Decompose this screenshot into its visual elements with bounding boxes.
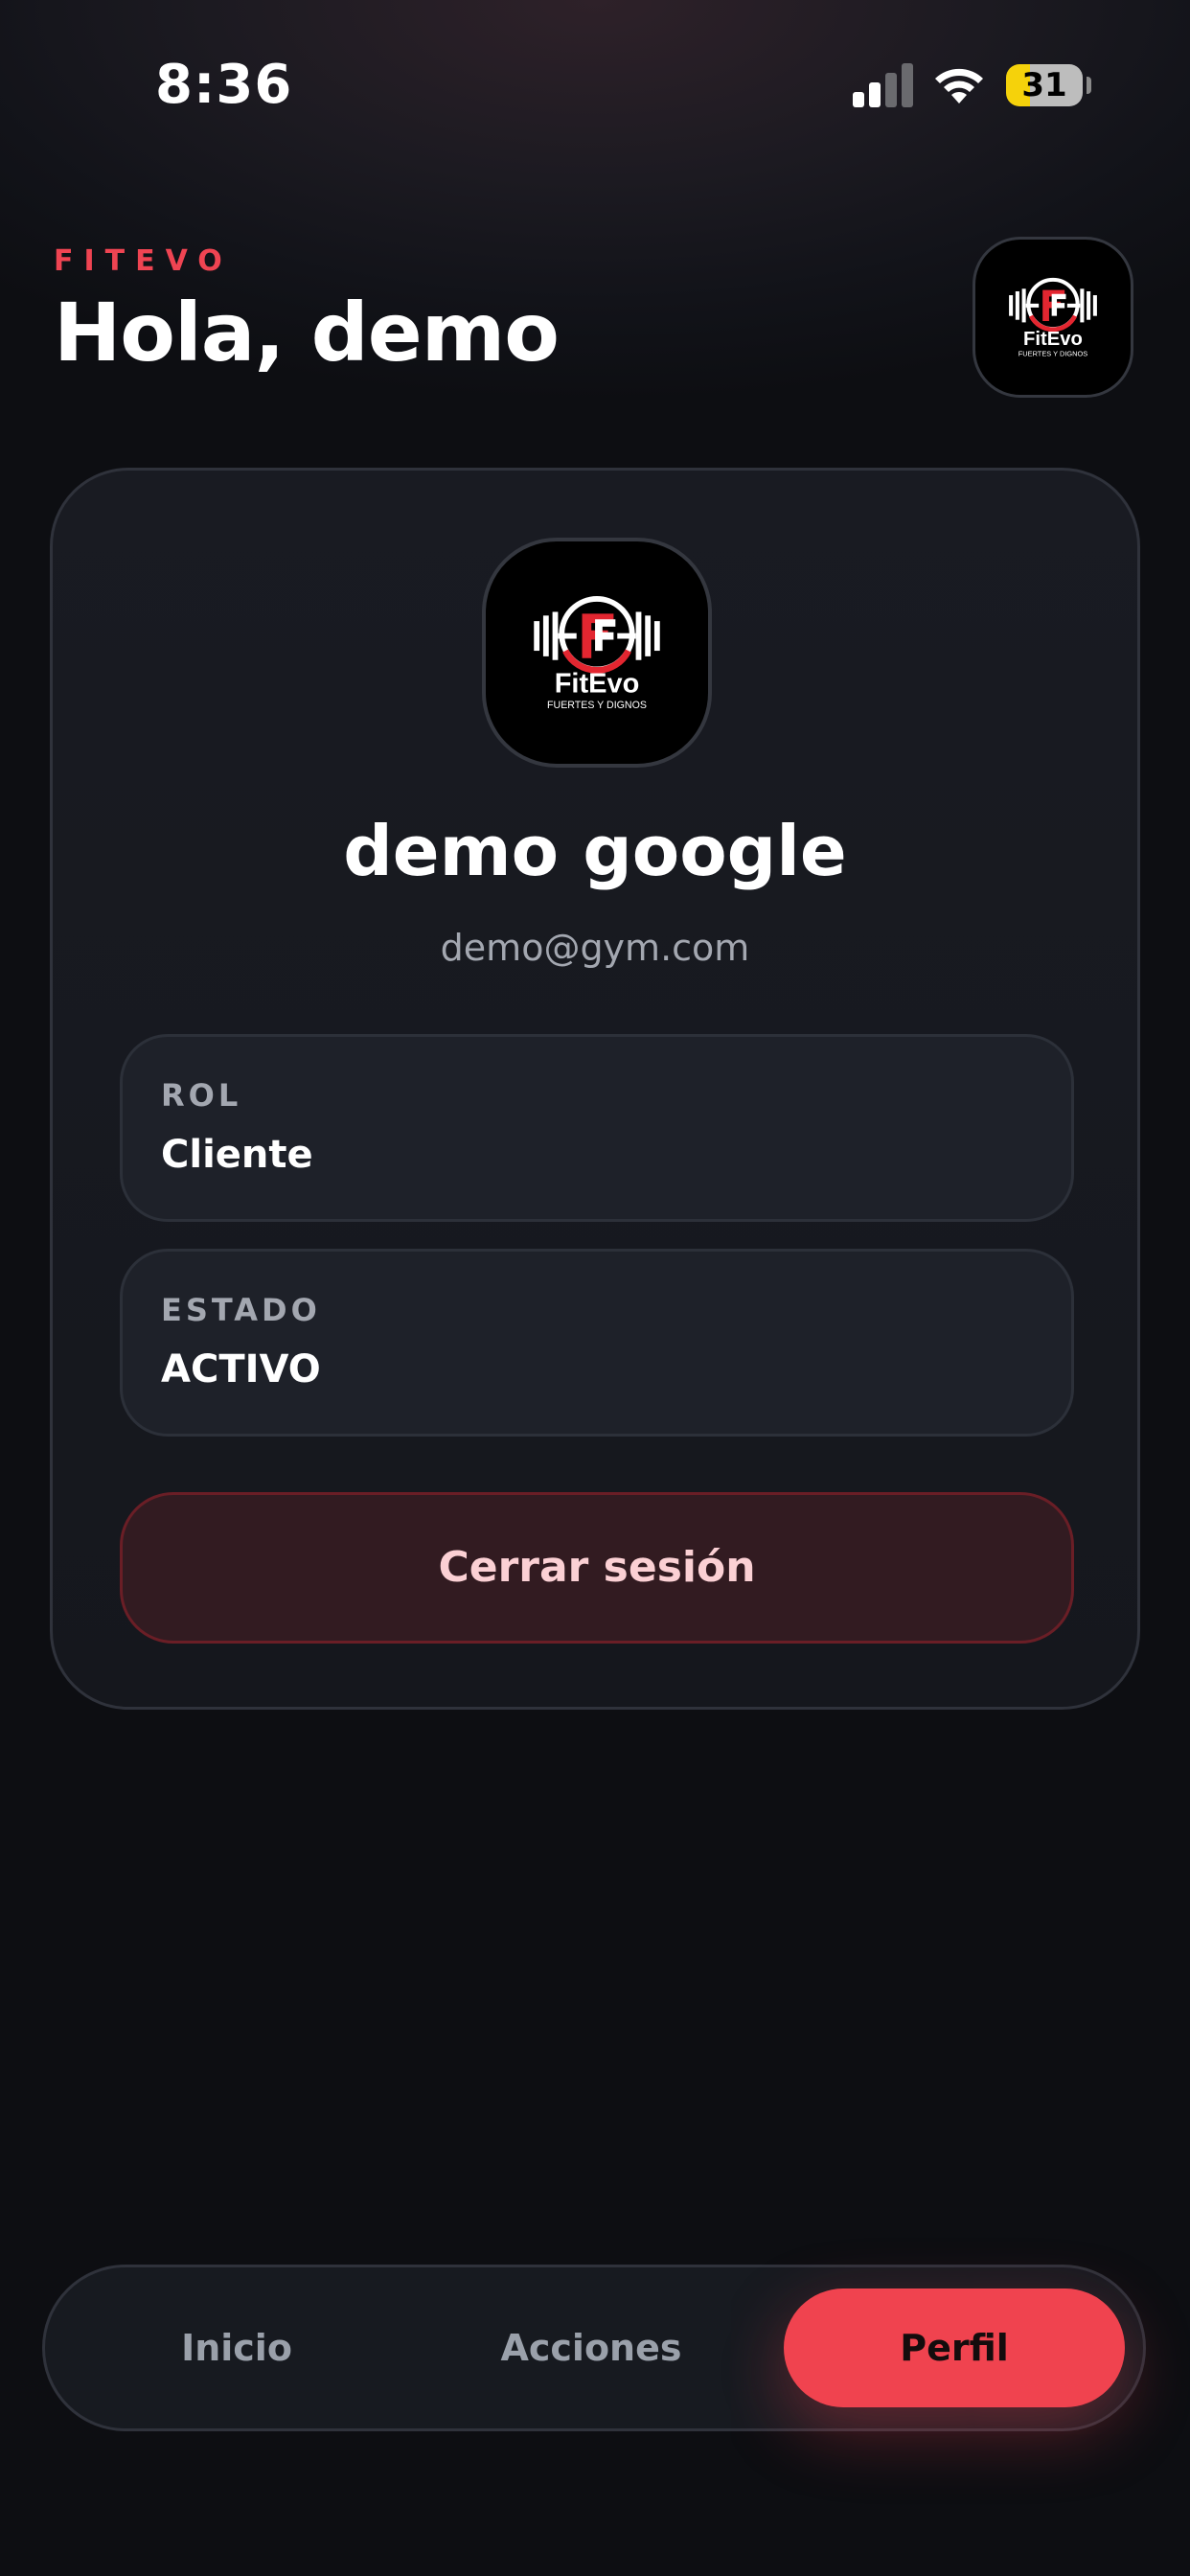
header: FITEVO Hola, demo (54, 244, 916, 380)
fitevo-logo-icon: FitEvo FUERTES Y DIGNOS (1009, 277, 1097, 358)
role-label: ROL (161, 1077, 242, 1114)
battery-icon: 31 (1006, 64, 1083, 106)
status-value: ACTIVO (161, 1347, 321, 1392)
status-time: 8:36 (155, 54, 293, 116)
page-title: Hola, demo (54, 286, 560, 380)
logo-tagline: FUERTES Y DIGNOS (1018, 350, 1087, 358)
logo-tagline: FUERTES Y DIGNOS (547, 700, 647, 711)
logo-wordmark: FitEvo (1023, 329, 1083, 350)
profile-avatar: FitEvo FUERTES Y DIGNOS (482, 538, 712, 768)
role-value: Cliente (161, 1133, 313, 1177)
bottom-tab-bar: Inicio Acciones Perfil (42, 2265, 1146, 2431)
role-field: ROL Cliente (120, 1034, 1074, 1222)
logout-button[interactable]: Cerrar sesión (120, 1492, 1074, 1644)
header-avatar[interactable]: FitEvo FUERTES Y DIGNOS (973, 237, 1133, 398)
cellular-signal-icon (853, 63, 914, 107)
fitevo-logo-icon: FitEvo FUERTES Y DIGNOS (534, 596, 660, 711)
brand-label: FITEVO (54, 244, 233, 278)
status-field: ESTADO ACTIVO (120, 1249, 1074, 1437)
status-label: ESTADO (161, 1292, 321, 1328)
tab-inicio[interactable]: Inicio (93, 2288, 380, 2407)
profile-card: FitEvo FUERTES Y DIGNOS demo google demo… (50, 468, 1140, 1710)
battery-nub (1087, 77, 1091, 94)
user-name: demo google (343, 811, 847, 891)
tab-perfil[interactable]: Perfil (784, 2288, 1125, 2407)
wifi-icon (931, 61, 987, 105)
status-bar: 8:36 31 (0, 0, 1190, 172)
logo-wordmark: FitEvo (555, 669, 640, 700)
user-email: demo@gym.com (440, 927, 750, 969)
tab-acciones[interactable]: Acciones (447, 2288, 735, 2407)
